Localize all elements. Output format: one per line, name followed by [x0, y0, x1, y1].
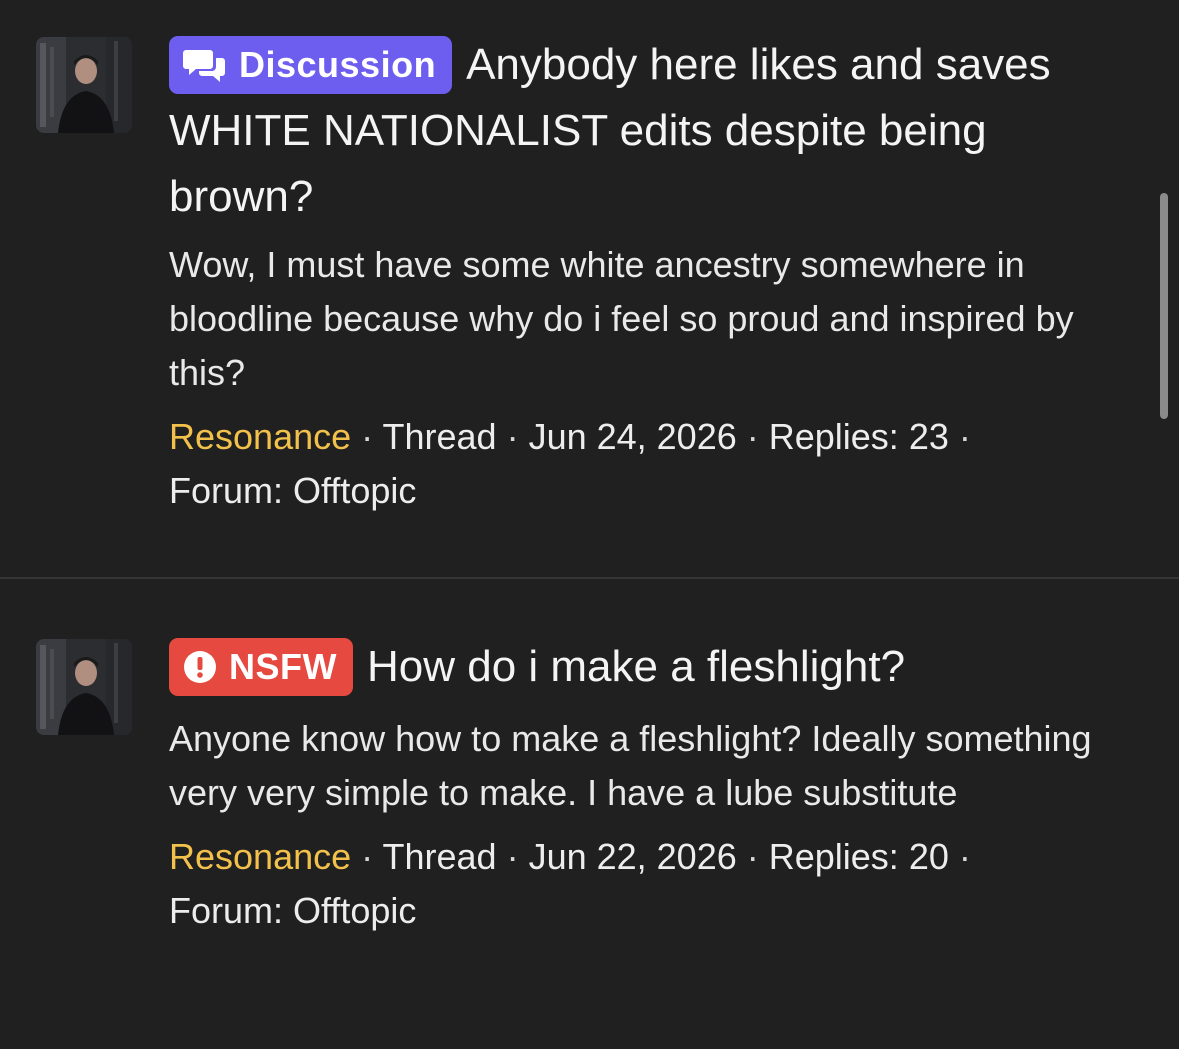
thread-content: NSFW How do i make a fleshlight? Anyone k…	[169, 634, 1129, 938]
thread-title[interactable]: Discussion Anybody here likes and saves W…	[169, 32, 1129, 230]
thread-title-text[interactable]: How do i make a fleshlight?	[367, 642, 905, 691]
thread-date: Jun 24, 2026	[528, 416, 737, 457]
nsfw-badge: NSFW	[169, 638, 353, 696]
forum-link[interactable]: Forum: Offtopic	[169, 470, 416, 511]
thread-content: Discussion Anybody here likes and saves W…	[169, 32, 1129, 518]
avatar[interactable]	[36, 37, 132, 133]
meta-separator: ·	[948, 836, 971, 877]
discussion-badge: Discussion	[169, 36, 453, 94]
author-link[interactable]: Resonance	[169, 416, 351, 457]
chat-bubbles-icon	[183, 47, 227, 83]
avatar[interactable]	[36, 639, 132, 735]
reply-count: Replies: 20	[768, 836, 949, 877]
meta-separator: ·	[736, 416, 769, 457]
exclamation-circle-icon	[183, 650, 217, 684]
thread-type: Thread	[382, 416, 497, 457]
badge-label: Discussion	[239, 44, 437, 85]
meta-separator: ·	[496, 836, 529, 877]
meta-separator: ·	[948, 416, 971, 457]
reply-count: Replies: 23	[768, 416, 949, 457]
thread-type: Thread	[382, 836, 497, 877]
thread-title[interactable]: NSFW How do i make a fleshlight?	[169, 634, 1129, 700]
author-link[interactable]: Resonance	[169, 836, 351, 877]
forum-link[interactable]: Forum: Offtopic	[169, 890, 416, 931]
scrollbar[interactable]	[1160, 193, 1168, 419]
badge-label: NSFW	[229, 646, 337, 687]
search-results-page: Discussion Anybody here likes and saves W…	[0, 0, 1179, 1049]
meta-separator: ·	[736, 836, 769, 877]
meta-separator: ·	[351, 416, 383, 457]
meta-separator: ·	[351, 836, 383, 877]
thread-excerpt: Anyone know how to make a fleshlight? Id…	[169, 718, 1092, 813]
thread-meta: Resonance · Thread · Jun 24, 2026 · Repl…	[169, 410, 1129, 518]
meta-separator: ·	[496, 416, 529, 457]
thread-result[interactable]: Discussion Anybody here likes and saves W…	[0, 0, 1179, 577]
thread-result[interactable]: NSFW How do i make a fleshlight? Anyone k…	[0, 579, 1179, 1049]
thread-meta: Resonance · Thread · Jun 22, 2026 · Repl…	[169, 830, 1129, 938]
thread-date: Jun 22, 2026	[528, 836, 737, 877]
thread-excerpt: Wow, I must have some white ancestry som…	[169, 244, 1074, 393]
